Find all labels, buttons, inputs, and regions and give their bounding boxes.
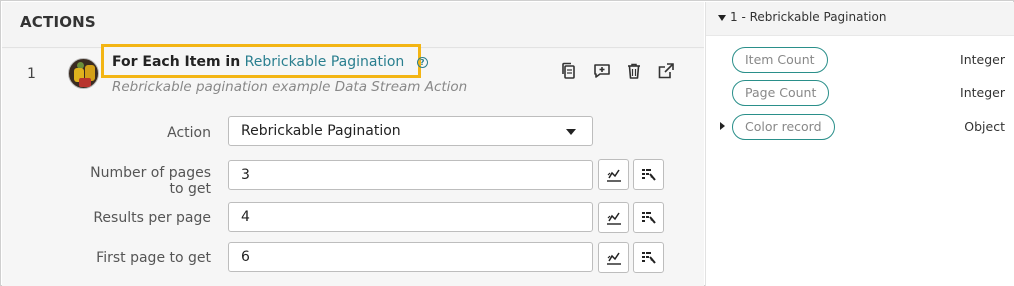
data-picker-icon (642, 212, 656, 224)
data-item-item-count[interactable]: Item Count (732, 47, 828, 73)
data-picker-icon (642, 252, 656, 264)
expand-triangle-icon[interactable] (720, 122, 725, 130)
data-picker-icon (642, 169, 656, 181)
step-number: 1 (27, 66, 36, 82)
help-icon[interactable]: ? (416, 57, 428, 68)
pages-input[interactable]: 3 (228, 160, 593, 190)
data-item-color-record[interactable]: Color record (732, 114, 835, 140)
step-title-link[interactable]: Rebrickable Pagination (245, 54, 405, 70)
first-page-data-picker-button[interactable] (633, 242, 664, 273)
data-item-type: Integer (960, 85, 1005, 100)
actions-editor: ACTIONS 1 For Each Item in Rebrickable P… (0, 0, 1014, 286)
pages-expression-button[interactable] (598, 159, 629, 190)
formula-icon (607, 252, 621, 265)
first-page-input[interactable]: 6 (228, 242, 593, 272)
data-panel-header[interactable]: 1 - Rebrickable Pagination (706, 2, 1014, 36)
action-select[interactable]: Rebrickable Pagination (228, 116, 593, 146)
step-subtitle: Rebrickable pagination example Data Stre… (112, 79, 468, 95)
step-title-prefix: For Each Item in (112, 54, 241, 70)
formula-icon (607, 212, 621, 225)
data-panel-title: 1 - Rebrickable Pagination (730, 10, 887, 24)
comment-add-icon[interactable] (593, 62, 611, 80)
pages-data-picker-button[interactable] (633, 159, 664, 190)
results-expression-button[interactable] (598, 202, 629, 233)
first-page-expression-button[interactable] (598, 242, 629, 273)
actions-panel: ACTIONS 1 For Each Item in Rebrickable P… (2, 2, 704, 286)
pages-input-value: 3 (241, 167, 250, 183)
results-data-picker-button[interactable] (633, 202, 664, 233)
trash-icon[interactable] (625, 62, 643, 80)
open-external-icon[interactable] (657, 62, 675, 80)
first-page-label: First page to get (96, 250, 211, 266)
action-label: Action (167, 125, 211, 141)
step-title: For Each Item in Rebrickable Pagination … (112, 54, 428, 70)
action-step-card: 1 For Each Item in Rebrickable Paginatio… (2, 44, 704, 286)
data-item-type: Object (964, 119, 1005, 134)
results-input-value: 4 (241, 209, 250, 225)
action-select-value: Rebrickable Pagination (241, 123, 401, 139)
actions-header: ACTIONS (2, 2, 704, 48)
results-input[interactable]: 4 (228, 202, 593, 232)
panel-title: ACTIONS (20, 13, 96, 31)
chevron-down-icon (566, 129, 576, 135)
data-item-page-count[interactable]: Page Count (732, 80, 830, 106)
results-label: Results per page (93, 210, 211, 226)
first-page-input-value: 6 (241, 249, 250, 265)
data-item-type: Integer (960, 52, 1005, 67)
action-avatar (68, 58, 99, 89)
pages-label: Number of pages to get (90, 165, 211, 197)
copy-icon[interactable] (560, 62, 578, 80)
data-panel: 1 - Rebrickable Pagination Item Count In… (705, 2, 1014, 286)
collapse-triangle-icon[interactable] (718, 15, 726, 21)
formula-icon (607, 169, 621, 182)
